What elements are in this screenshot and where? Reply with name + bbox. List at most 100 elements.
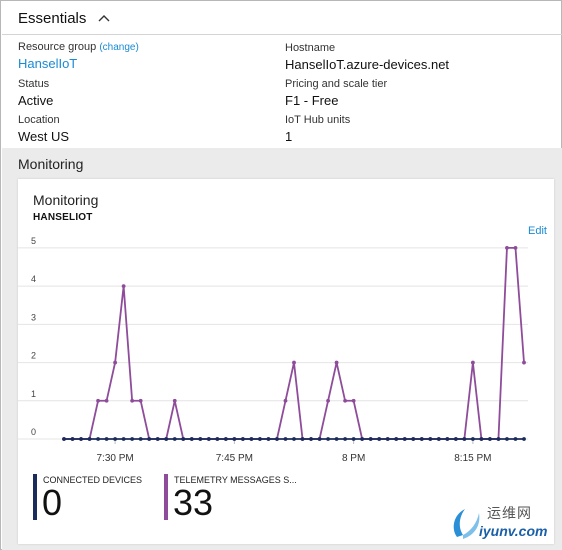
data-point-telemetry (104, 398, 109, 403)
data-point-devices (436, 437, 441, 441)
data-point-devices (479, 437, 484, 441)
y-tick-label: 3 (31, 312, 36, 322)
data-point-devices (428, 437, 433, 441)
essentials-title: Essentials (18, 9, 87, 27)
data-point-devices (385, 437, 390, 441)
data-point-devices (62, 437, 66, 441)
data-point-devices (377, 437, 382, 441)
data-point-telemetry (121, 284, 126, 289)
y-tick-label: 0 (31, 427, 36, 437)
monitoring-tile[interactable]: Monitoring HANSELIOT Edit 0 1 2 3 4 5 7:30 PM 7… (18, 179, 554, 544)
resource-group-label-row: Resource group (change) (18, 41, 139, 53)
chevron-up-icon[interactable] (98, 13, 112, 23)
data-point-telemetry (138, 398, 143, 403)
data-point-devices (113, 437, 118, 441)
status-item: Status Active (18, 78, 53, 108)
data-point-telemetry (351, 398, 356, 403)
data-point-devices (513, 437, 518, 441)
watermark-en: iyunv.com (479, 523, 548, 539)
data-point-devices (300, 437, 305, 441)
data-point-devices (70, 437, 75, 441)
data-point-devices (155, 437, 160, 441)
data-point-devices (249, 437, 254, 441)
metric-value: 33 (173, 482, 214, 523)
data-point-devices (505, 437, 509, 441)
monitoring-tile-title: Monitoring (33, 192, 99, 208)
y-tick-label: 1 (31, 389, 36, 399)
data-point-devices (189, 437, 194, 441)
monitoring-section: Monitoring Monitoring HANSELIOT Edit 012… (2, 148, 562, 550)
data-point-devices (164, 437, 169, 441)
location-item: Location West US (18, 114, 69, 144)
data-point-telemetry (470, 360, 475, 365)
data-point-devices (240, 437, 245, 441)
data-point-devices (394, 437, 399, 441)
y-tick-label: 2 (31, 351, 36, 361)
data-point-devices (206, 437, 211, 441)
data-point-telemetry (522, 360, 526, 365)
data-point-devices (334, 437, 339, 441)
data-point-devices (445, 437, 450, 441)
status-label: Status (18, 78, 50, 90)
pricing-tier-item: Pricing and scale tier F1 - Free (285, 78, 387, 108)
data-point-devices (453, 437, 458, 441)
data-point-devices (317, 437, 322, 441)
resource-group-item: Resource group (change) HanselIoT (18, 41, 139, 71)
monitoring-section-title: Monitoring (18, 156, 84, 172)
data-point-devices (522, 437, 526, 441)
status-value: Active (18, 93, 54, 108)
data-point-devices (326, 437, 330, 441)
hub-units-label: IoT Hub units (285, 114, 351, 126)
x-tick-label: 7:45 PM (216, 453, 253, 464)
hub-units-item: IoT Hub units 1 (285, 114, 350, 144)
data-point-devices (223, 437, 228, 441)
y-tick-label: 5 (31, 236, 36, 246)
essentials-grid: Resource group (change) HanselIoT Status… (18, 41, 548, 147)
data-point-devices (496, 437, 501, 441)
data-point-devices (87, 437, 92, 441)
data-point-devices (79, 437, 83, 441)
data-point-devices (96, 437, 100, 441)
data-point-devices (232, 437, 237, 441)
x-tick-label: 7:30 PM (96, 453, 133, 464)
data-point-devices (138, 437, 143, 441)
essentials-header[interactable]: Essentials (2, 2, 562, 35)
data-point-devices (172, 437, 177, 441)
data-point-devices (266, 437, 271, 441)
data-point-devices (258, 437, 262, 441)
data-point-telemetry (130, 398, 135, 403)
data-point-devices (488, 437, 492, 441)
data-point-devices (198, 437, 203, 441)
data-point-telemetry (334, 360, 339, 365)
data-point-telemetry (283, 398, 288, 403)
blade-frame: Essentials Resource group (change) Hanse… (0, 0, 562, 550)
metric-value: 0 (42, 482, 63, 523)
data-point-telemetry (513, 246, 518, 250)
data-point-devices (147, 437, 152, 441)
data-point-devices (104, 437, 109, 441)
data-point-devices (368, 437, 373, 441)
data-point-devices (360, 437, 365, 441)
y-tick-label: 4 (31, 274, 36, 284)
data-point-telemetry (172, 398, 177, 403)
data-point-telemetry (96, 398, 100, 403)
data-point-devices (215, 437, 220, 441)
data-point-devices (292, 437, 296, 441)
data-point-devices (351, 437, 356, 441)
watermark-cn: 运维网 (487, 506, 532, 522)
data-point-telemetry (292, 360, 296, 365)
data-point-devices (411, 437, 416, 441)
change-resource-group-link[interactable]: (change) (99, 42, 138, 53)
resource-group-link[interactable]: HanselIoT (18, 56, 139, 71)
data-point-devices (402, 437, 407, 441)
location-label: Location (18, 114, 60, 126)
x-tick-label: 8 PM (342, 453, 365, 464)
data-point-devices (470, 437, 475, 441)
data-point-devices (309, 437, 313, 441)
data-point-devices (283, 437, 288, 441)
line-chart: 0 1 2 3 4 5 7:30 PM 7:45 PM 8 PM 8:15 PM (18, 236, 528, 464)
data-point-telemetry (343, 398, 348, 403)
hub-units-value: 1 (285, 129, 293, 144)
location-value: West US (18, 129, 70, 144)
data-point-devices (121, 437, 126, 441)
